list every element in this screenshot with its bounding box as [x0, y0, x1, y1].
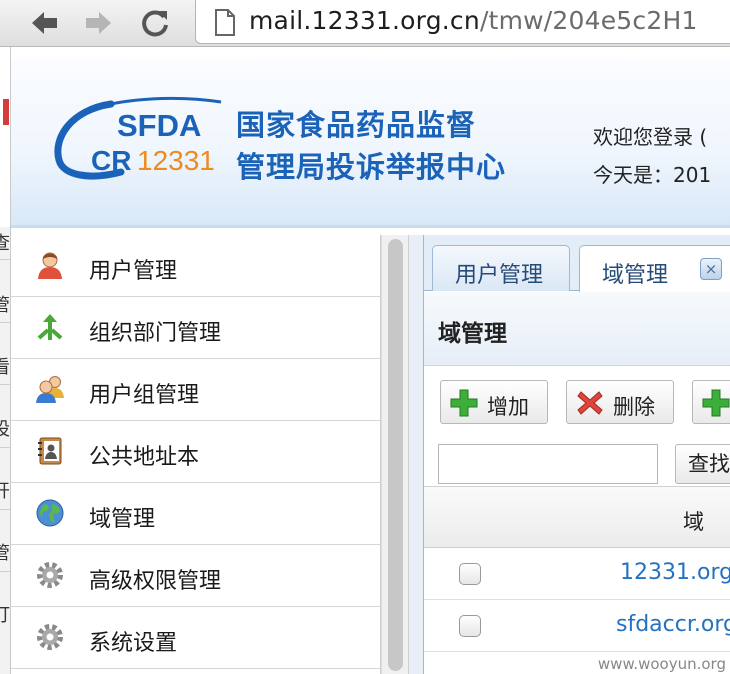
close-icon[interactable]: ×	[700, 258, 722, 280]
sidebar-menu: 用户管理 组织部门管理 用户组管理 公共地址本 域管理 高级权限管理 系统设置	[11, 235, 381, 674]
address-bar[interactable]: mail.12331.org.cn/tmw/204e5c2H1	[195, 0, 730, 44]
gear-icon	[37, 624, 63, 650]
watermark: www.wooyun.org	[595, 654, 728, 674]
row-checkbox[interactable]	[459, 563, 481, 585]
table-header: 域	[424, 486, 730, 548]
date-text: 今天是：201	[593, 163, 712, 187]
delete-button-label: 删除	[613, 395, 655, 419]
globe-icon	[36, 499, 64, 527]
sidebar-item-advanced-permissions[interactable]: 高级权限管理	[11, 545, 381, 607]
strip-char: 看	[0, 353, 10, 379]
arrow-right-icon	[86, 12, 111, 34]
strip-char: 打	[0, 601, 10, 627]
strip-top	[0, 47, 10, 227]
search-input[interactable]	[438, 444, 658, 484]
tab-label: 域管理	[602, 263, 669, 288]
add-more-button[interactable]	[692, 380, 730, 424]
url-path: /tmw/204e5c2H1	[479, 6, 698, 35]
sidebar-item-domain-management[interactable]: 域管理	[11, 483, 381, 545]
strip-char: 开	[0, 477, 10, 503]
address-book-icon	[38, 437, 62, 465]
logo-cr: CR	[91, 145, 131, 176]
sidebar-item-label: 用户管理	[89, 259, 178, 284]
table-row: sfdaccr.org	[424, 600, 730, 652]
back-button[interactable]	[27, 6, 61, 40]
welcome-text: 欢迎您登录 (	[593, 125, 708, 149]
tab-bar: 用户管理 域管理 ×	[424, 235, 730, 292]
sidebar-item-label: 系统设置	[89, 631, 178, 656]
page-title: 域管理	[438, 321, 507, 347]
organization-title: 国家食品药品监督 管理局投诉举报中心	[236, 104, 506, 188]
sidebar-item-label: 公共地址本	[89, 445, 200, 470]
reload-button[interactable]	[138, 6, 172, 40]
sidebar-item-user-management[interactable]: 用户管理	[11, 235, 381, 297]
url-text: mail.12331.org.cn/tmw/204e5c2H1	[249, 6, 698, 35]
tab-domain-management[interactable]: 域管理 ×	[579, 245, 730, 292]
strip-line	[0, 322, 10, 323]
plus-icon	[702, 389, 730, 417]
sidebar-item-system-settings[interactable]: 系统设置	[11, 607, 381, 669]
browser-toolbar: mail.12331.org.cn/tmw/204e5c2H1	[0, 0, 730, 47]
table-row: 12331.org	[424, 548, 730, 600]
url-host: mail.12331.org.cn	[249, 6, 480, 35]
add-button-label: 增加	[487, 395, 529, 419]
sfda-logo: SFDA CR 12331	[54, 96, 222, 180]
sidebar-item-label: 高级权限管理	[89, 569, 222, 594]
logo-sfda: SFDA	[117, 108, 201, 143]
org-tree-icon	[37, 314, 63, 340]
strip-line	[0, 259, 10, 260]
sidebar-item-label: 域管理	[89, 507, 156, 532]
strip-char: 查	[0, 229, 10, 255]
main-panel: 用户管理 域管理 × 域管理 增加 删除 查找 域 12331.org sfda…	[423, 235, 730, 674]
sidebar-item-label: 用户组管理	[89, 383, 200, 408]
delete-button[interactable]: 删除	[566, 380, 674, 424]
row-checkbox[interactable]	[459, 615, 481, 637]
domain-link[interactable]: sfdaccr.org	[616, 612, 730, 637]
toolbar: 增加 删除 查找	[424, 366, 730, 486]
strip-line	[0, 509, 10, 510]
background-window-strip: 查 管 看 设 开 管 打	[0, 47, 11, 674]
page-icon	[215, 9, 235, 36]
strip-line	[0, 571, 10, 572]
plus-icon	[450, 389, 478, 417]
forward-button[interactable]	[82, 6, 116, 40]
sidebar-item-org-management[interactable]: 组织部门管理	[11, 297, 381, 359]
scrollbar-thumb[interactable]	[388, 239, 403, 671]
site-header: SFDA CR 12331 国家食品药品监督 管理局投诉举报中心 欢迎您登录 (…	[11, 58, 730, 228]
sidebar-item-address-book[interactable]: 公共地址本	[11, 421, 381, 483]
user-icon	[38, 252, 62, 279]
title-line-2: 管理局投诉举报中心	[236, 150, 507, 184]
title-line-1: 国家食品药品监督	[236, 108, 477, 142]
gear-icon	[37, 562, 63, 588]
column-header-domain: 域	[683, 510, 704, 534]
sidebar-scrollbar[interactable]	[381, 235, 409, 674]
search-button[interactable]: 查找	[675, 444, 730, 484]
strip-char: 管	[0, 291, 10, 317]
arrow-left-icon	[32, 12, 57, 34]
tab-label: 用户管理	[455, 263, 544, 288]
strip-line	[0, 447, 10, 448]
user-group-icon	[36, 376, 64, 403]
add-button[interactable]: 增加	[440, 380, 548, 424]
reload-icon	[142, 10, 168, 37]
sidebar-item-usergroup-management[interactable]: 用户组管理	[11, 359, 381, 421]
strip-line	[0, 384, 10, 385]
logo-number: 12331	[137, 145, 215, 176]
domain-link[interactable]: 12331.org	[620, 560, 730, 585]
domain-table: 域 12331.org sfdaccr.org	[424, 486, 730, 674]
panel-divider	[409, 235, 423, 674]
tab-user-management[interactable]: 用户管理	[432, 245, 570, 291]
sidebar-item-label: 组织部门管理	[89, 321, 222, 346]
delete-x-icon	[577, 391, 603, 415]
strip-red-mark	[3, 99, 9, 125]
strip-char: 管	[0, 539, 10, 565]
strip-char: 设	[0, 415, 10, 441]
panel-header: 域管理	[424, 292, 730, 366]
welcome-info: 欢迎您登录 ( 今天是：201	[593, 118, 711, 194]
